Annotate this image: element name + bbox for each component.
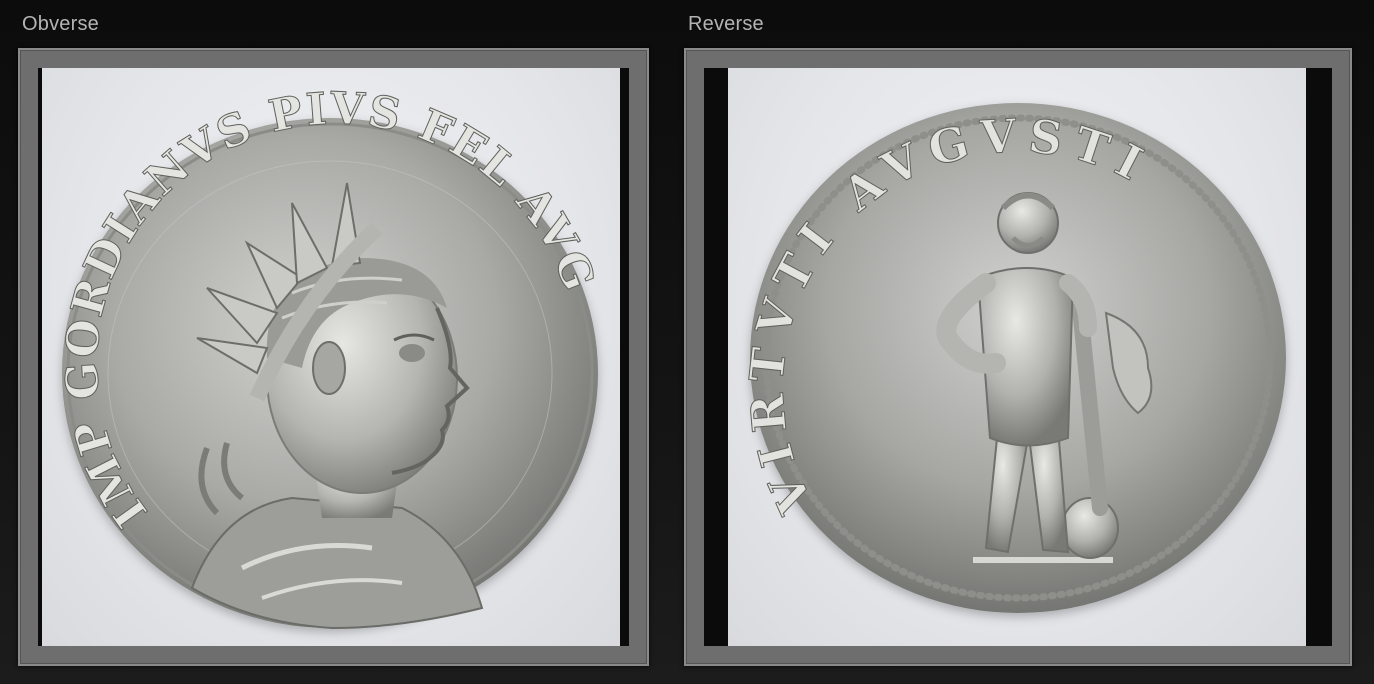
reverse-coin-photo[interactable]: VIRTVTI AVGVSTI [728,68,1306,646]
obverse-coin-image: IMP GORDIANVS PIVS FEL AVG [56,83,604,630]
obverse-frame: IMP GORDIANVS PIVS FEL AVG [18,48,649,666]
obverse-coin-photo[interactable]: IMP GORDIANVS PIVS FEL AVG [42,68,620,646]
obverse-panel: Obverse IMP GORDIANVS PIVS FEL AVG [0,0,660,684]
reverse-caption: Reverse [688,13,764,35]
reverse-frame: VIRTVTI AVGVSTI [684,48,1352,666]
reverse-coin-image: VIRTVTI AVGVSTI [738,103,1286,613]
obverse-caption: Obverse [22,13,99,35]
reverse-panel: Reverse VIRTVTI AVGVSTI [666,0,1374,684]
obverse-photo-well: IMP GORDIANVS PIVS FEL AVG [38,68,629,646]
reverse-photo-well: VIRTVTI AVGVSTI [704,68,1332,646]
